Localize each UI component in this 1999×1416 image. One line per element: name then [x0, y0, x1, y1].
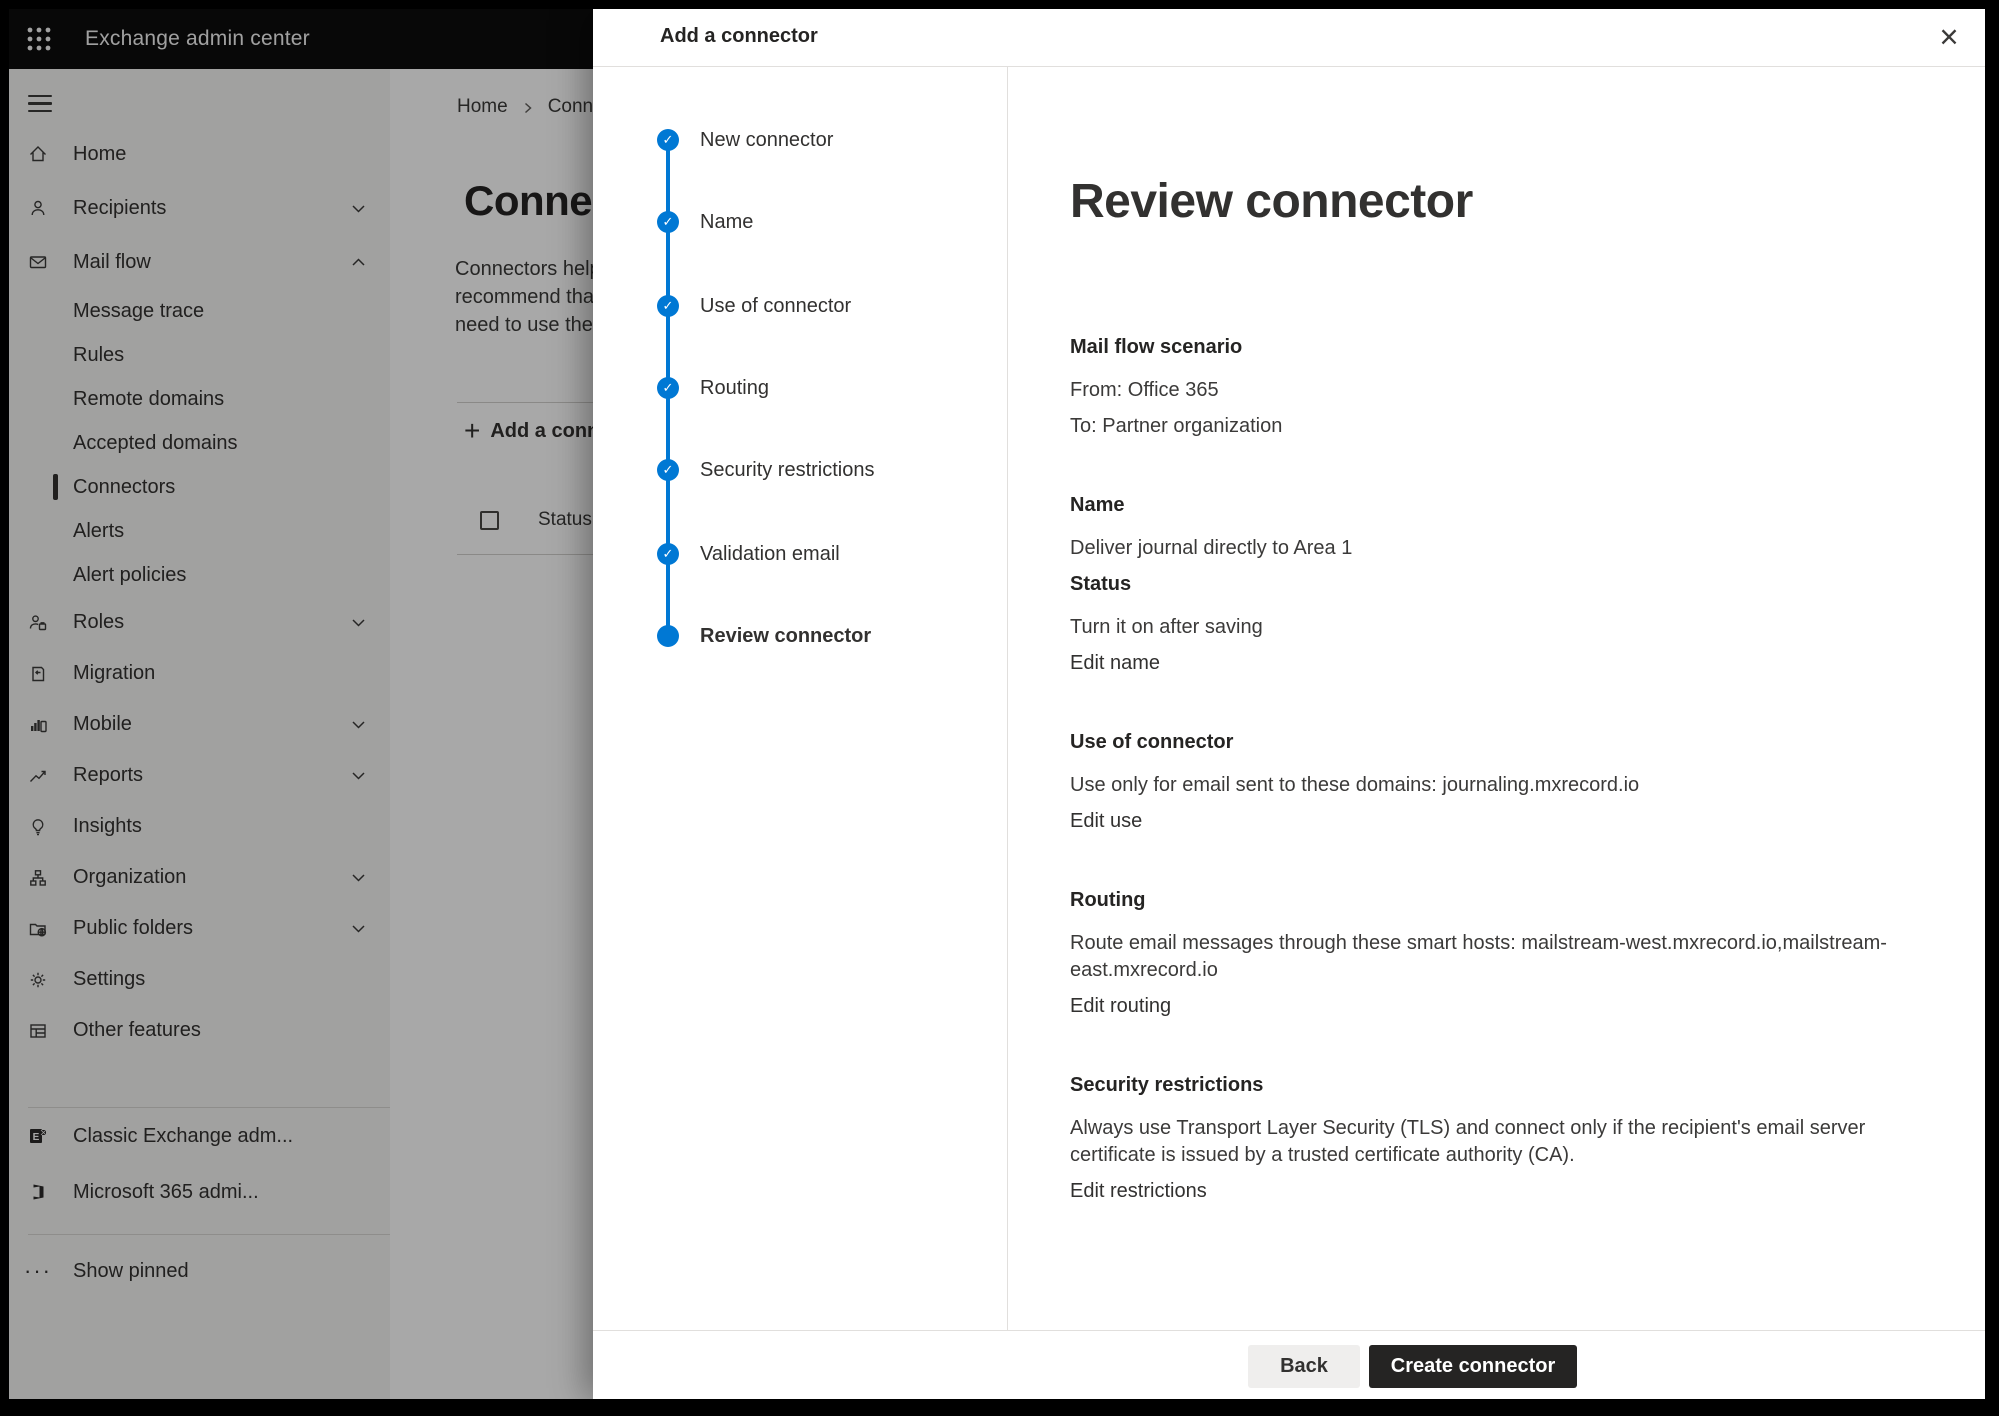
review-section-use-of-connector: Use of connector Use only for email sent … — [1070, 729, 1900, 844]
section-subtitle: Status — [1070, 571, 1900, 598]
panel-title: Add a connector — [660, 25, 818, 48]
step-complete-check-icon: ✓ — [657, 129, 679, 151]
edit-name-link[interactable]: Edit name — [1070, 650, 1900, 677]
step-complete-check-icon: ✓ — [657, 459, 679, 481]
back-button[interactable]: Back — [1248, 1345, 1360, 1388]
wizard-step-label: Routing — [700, 377, 769, 400]
wizard-step-new-connector[interactable]: ✓ New connector — [657, 119, 833, 161]
review-section-mail-flow-scenario: Mail flow scenario From: Office 365 To: Pa… — [1070, 334, 1900, 449]
section-title: Use of connector — [1070, 729, 1900, 756]
review-section-name: Name Deliver journal directly to Area 1 St… — [1070, 492, 1900, 686]
edit-use-link[interactable]: Edit use — [1070, 808, 1900, 835]
review-section-security-restrictions: Security restrictions Always use Transpor… — [1070, 1072, 1900, 1214]
review-pane: Review connector Mail flow scenario From:… — [1070, 67, 1900, 1214]
wizard-step-validation-email[interactable]: ✓ Validation email — [657, 533, 840, 575]
wizard-step-name[interactable]: ✓ Name — [657, 201, 753, 243]
wizard-step-review-connector[interactable]: Review connector — [657, 615, 871, 657]
add-connector-panel: Add a connector × ✓ New connector ✓ Name ✓ Us… — [593, 9, 1985, 1399]
wizard-step-label: New connector — [700, 129, 833, 152]
wizard-steps: ✓ New connector ✓ Name ✓ Use of connector ✓ Rou… — [593, 67, 1008, 1330]
section-text: Turn it on after saving — [1070, 614, 1900, 641]
wizard-step-label: Security restrictions — [700, 459, 875, 482]
current-step-dot — [657, 625, 679, 647]
section-text: Use only for email sent to these domains… — [1070, 772, 1900, 799]
panel-body: ✓ New connector ✓ Name ✓ Use of connector ✓ Rou… — [593, 67, 1985, 1330]
section-title: Name — [1070, 492, 1900, 519]
section-text: Always use Transport Layer Security (TLS… — [1070, 1115, 1900, 1169]
section-title: Mail flow scenario — [1070, 334, 1900, 361]
app-window: Exchange admin center HomeRecipientsMail… — [9, 9, 1985, 1399]
section-text: Route email messages through these smart… — [1070, 930, 1900, 984]
section-text: From: Office 365 — [1070, 377, 1900, 404]
step-complete-check-icon: ✓ — [657, 295, 679, 317]
review-heading: Review connector — [1070, 171, 1900, 233]
section-text: To: Partner organization — [1070, 413, 1900, 440]
edit-restrictions-link[interactable]: Edit restrictions — [1070, 1178, 1900, 1205]
wizard-step-label: Validation email — [700, 543, 840, 566]
wizard-step-label: Review connector — [700, 625, 871, 648]
wizard-step-use-of-connector[interactable]: ✓ Use of connector — [657, 285, 851, 327]
create-connector-button[interactable]: Create connector — [1369, 1345, 1577, 1388]
panel-footer: Back Create connector — [593, 1330, 1985, 1399]
wizard-step-routing[interactable]: ✓ Routing — [657, 367, 769, 409]
step-complete-check-icon: ✓ — [657, 543, 679, 565]
step-complete-check-icon: ✓ — [657, 211, 679, 233]
section-title: Security restrictions — [1070, 1072, 1900, 1099]
step-complete-check-icon: ✓ — [657, 377, 679, 399]
review-section-routing: Routing Route email messages through thes… — [1070, 887, 1900, 1029]
wizard-step-security-restrictions[interactable]: ✓ Security restrictions — [657, 449, 875, 491]
section-text: Deliver journal directly to Area 1 — [1070, 535, 1900, 562]
edit-routing-link[interactable]: Edit routing — [1070, 993, 1900, 1020]
wizard-step-label: Name — [700, 211, 753, 234]
wizard-step-label: Use of connector — [700, 295, 851, 318]
close-icon[interactable]: × — [1927, 15, 1971, 59]
panel-header: Add a connector × — [593, 9, 1985, 67]
section-title: Routing — [1070, 887, 1900, 914]
